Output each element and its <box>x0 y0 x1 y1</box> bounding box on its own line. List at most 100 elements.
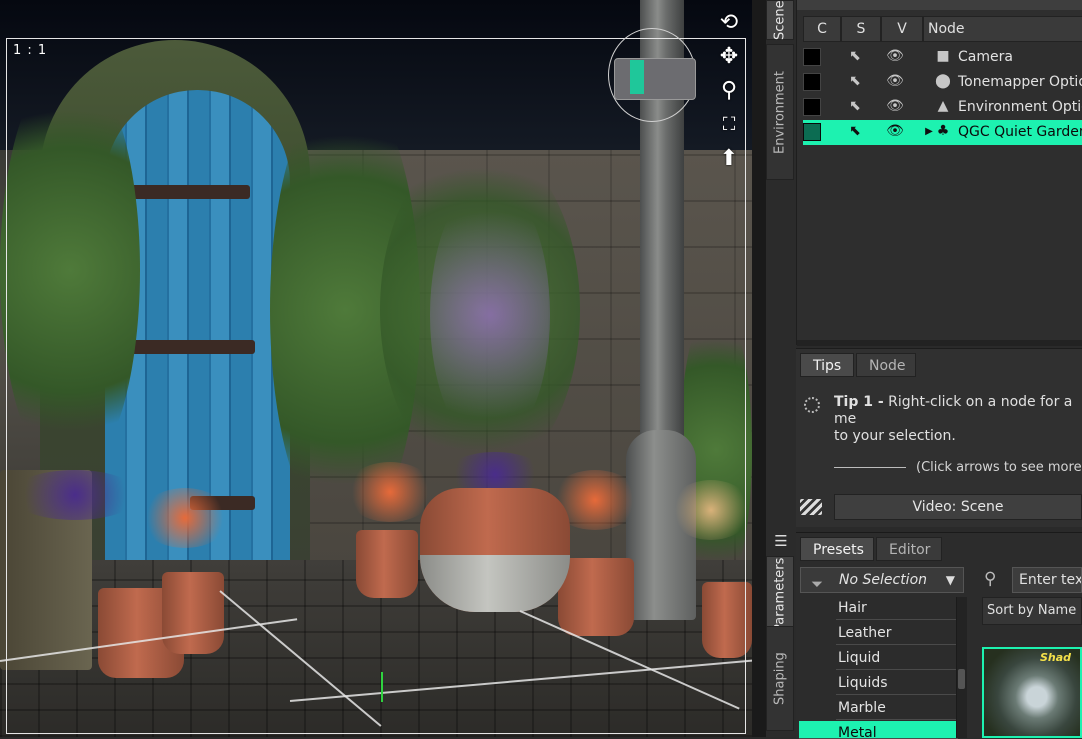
category-item[interactable]: Liquid <box>836 646 958 670</box>
tip-text: Tip 1 - Right-click on a node for a me t… <box>834 394 1082 445</box>
category-item-selected[interactable]: Metal <box>799 721 958 739</box>
category-item[interactable]: Liquids <box>836 671 958 695</box>
sort-dropdown[interactable]: Sort by Name : <box>982 597 1082 625</box>
tip-body-line-2: to your selection. <box>834 428 956 444</box>
view-cube-front-face[interactable] <box>630 60 644 94</box>
color-swatch[interactable] <box>803 73 821 91</box>
node-label: Environment Optic <box>958 99 1082 115</box>
node-label: Camera <box>958 49 1013 65</box>
visible-eye-icon[interactable]: 👁 <box>883 123 907 139</box>
orange-geraniums <box>345 462 435 522</box>
search-input[interactable]: Enter text t <box>1012 567 1082 593</box>
tab-editor-label: Editor <box>889 542 931 558</box>
tab-editor[interactable]: Editor <box>876 537 942 561</box>
video-clapper-icon[interactable] <box>800 499 822 515</box>
lower-side-tabbar: ☰ Parameters Shaping <box>766 526 796 737</box>
yellow-flowers <box>670 480 752 540</box>
column-header-c[interactable]: C <box>803 16 841 42</box>
category-scrollbar[interactable] <box>956 597 967 738</box>
tab-node[interactable]: Node <box>856 353 916 377</box>
tab-parameters-label: Parameters <box>772 557 788 633</box>
group-icon: ♣ <box>936 123 950 139</box>
column-header-s-label: S <box>856 21 866 37</box>
terracotta-pot <box>356 530 418 598</box>
tab-presets-label: Presets <box>813 542 864 558</box>
tab-environment[interactable]: Environment <box>766 44 794 180</box>
dropdown-value: No Selection <box>839 572 928 588</box>
column-header-s[interactable]: S <box>841 16 881 42</box>
pane-resize-handle[interactable] <box>797 340 1082 346</box>
selectable-cursor-icon[interactable]: ⬉ <box>843 98 867 114</box>
tab-environment-label: Environment <box>772 70 788 154</box>
category-item[interactable]: Marble <box>836 696 958 720</box>
orbit-icon[interactable]: ⟲ <box>714 8 744 38</box>
tab-parameters[interactable]: Parameters <box>766 556 794 634</box>
frame-icon[interactable]: ⛶ <box>714 110 744 140</box>
tab-node-label: Node <box>869 358 906 374</box>
loading-spinner-icon <box>804 397 820 413</box>
column-header-v-label: V <box>897 21 907 37</box>
search-icon[interactable]: ⚲ <box>984 569 996 589</box>
purple-clematis <box>430 180 550 450</box>
tab-presets[interactable]: Presets <box>800 537 874 561</box>
pan-icon[interactable]: ✥ <box>714 42 744 72</box>
pane-splitter[interactable] <box>752 0 766 737</box>
tip-navigation-hint: (Click arrows to see more ti <box>916 460 1082 475</box>
column-header-node-label: Node <box>928 21 965 37</box>
pansies <box>10 470 140 520</box>
visible-eye-icon[interactable]: 👁 <box>883 48 907 64</box>
tab-shaping[interactable]: Shaping <box>766 626 794 731</box>
tab-tips-label: Tips <box>813 358 842 374</box>
category-dropdown[interactable]: ⏷ No Selection ▼ <box>800 567 964 593</box>
selectable-cursor-icon[interactable]: ⬉ <box>843 73 867 89</box>
category-item[interactable]: Hair <box>836 596 958 620</box>
tip-title: Tip 1 - <box>834 394 884 410</box>
selectable-cursor-icon[interactable]: ⬉ <box>843 123 867 139</box>
zoom-icon[interactable]: ⚲ <box>714 76 744 106</box>
terracotta-pot <box>558 558 634 636</box>
column-header-v[interactable]: V <box>881 16 923 42</box>
scene-row-quiet-garden[interactable]: ⬉ 👁 ▶ ♣ QGC Quiet Garden <box>803 120 1082 145</box>
column-header-c-label: C <box>817 21 827 37</box>
preset-thumbnail[interactable]: Shad <box>982 647 1082 738</box>
scene-row-camera[interactable]: ⬉ 👁 ■ Camera <box>803 45 1082 70</box>
selectable-cursor-icon[interactable]: ⬉ <box>843 48 867 64</box>
scrollbar-thumb[interactable] <box>958 669 965 689</box>
tab-tips[interactable]: Tips <box>800 353 855 377</box>
tab-shaping-label: Shaping <box>772 652 788 705</box>
category-item[interactable]: Leather <box>836 621 958 645</box>
presets-pane: Presets Editor ⏷ No Selection ▼ Hair Lea… <box>796 532 1082 739</box>
tonemapper-icon: ⬤ <box>935 73 951 89</box>
view-cube-box[interactable] <box>614 58 696 100</box>
menu-lines-icon[interactable]: ☰ <box>768 530 794 552</box>
terracotta-pot <box>702 582 752 658</box>
ivy-foliage <box>0 60 140 480</box>
tips-pane: Tips Node Tip 1 - Right-click on a node … <box>796 348 1082 527</box>
environment-icon: ▲ <box>937 98 949 114</box>
scene-pane: C S V Node ⬉ 👁 ■ Camera ⬉ 👁 ⬤ Tonemapper… <box>796 0 1082 346</box>
tab-scene-label: Scene <box>772 0 788 40</box>
tip-divider <box>834 467 906 468</box>
chevron-down-icon: ▼ <box>945 573 955 587</box>
color-swatch[interactable] <box>803 123 821 141</box>
view-cube[interactable] <box>608 28 698 124</box>
viewport-3d[interactable]: 1 : 1 ⟲ ✥ ⚲ ⛶ ⬆ <box>0 0 752 737</box>
video-scene-button[interactable]: Video: Scene <box>834 494 1082 520</box>
terracotta-pot <box>162 572 224 654</box>
aspect-ratio-label: 1 : 1 <box>13 43 48 58</box>
scene-row-tonemapper[interactable]: ⬉ 👁 ⬤ Tonemapper Optio <box>803 70 1082 95</box>
node-label: QGC Quiet Garden <box>958 124 1082 140</box>
camera-icon: ■ <box>936 48 950 64</box>
column-header-node[interactable]: Node <box>923 16 1082 42</box>
up-arrow-icon[interactable]: ⬆ <box>714 144 744 174</box>
node-label: Tonemapper Optio <box>958 74 1082 90</box>
color-swatch[interactable] <box>803 98 821 116</box>
scene-row-environment[interactable]: ⬉ 👁 ▲ Environment Optic <box>803 95 1082 120</box>
visible-eye-icon[interactable]: 👁 <box>883 73 907 89</box>
y-axis-gizmo <box>381 672 383 702</box>
orange-geraniums <box>140 488 230 548</box>
visible-eye-icon[interactable]: 👁 <box>883 98 907 114</box>
color-swatch[interactable] <box>803 48 821 66</box>
tab-scene[interactable]: Scene <box>766 0 794 40</box>
scene-toolbar <box>797 0 1082 10</box>
